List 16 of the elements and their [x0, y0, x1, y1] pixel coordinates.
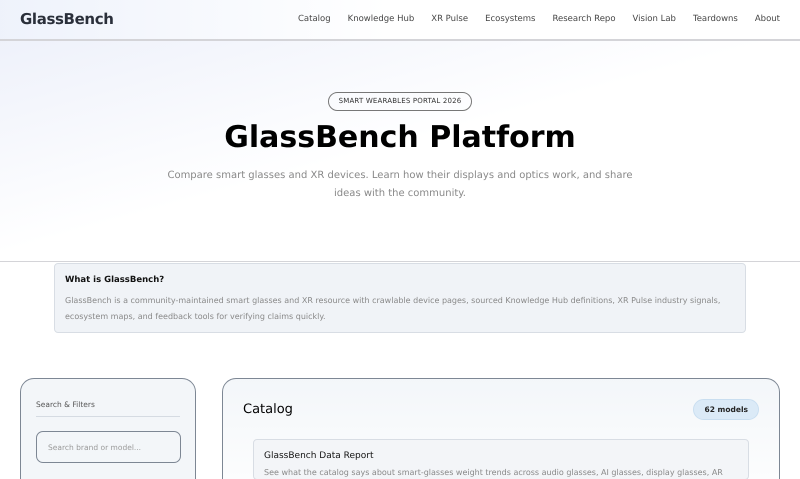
info-title: What is GlassBench?	[65, 274, 166, 287]
hero-subtitle: Compare smart glasses and XR devices. Learn how their displays and optics work, and share ideas with the community.	[166, 168, 634, 200]
catalog-title: Catalog	[243, 400, 293, 419]
nav-link[interactable]: About	[754, 13, 780, 26]
nav-link[interactable]: Vision Lab	[632, 13, 676, 26]
nav-link[interactable]: Knowledge Hub	[348, 13, 414, 26]
nav-link[interactable]: Teardowns	[692, 13, 738, 26]
report-title: GlassBench Data Report	[264, 450, 374, 464]
hero-title: GlassBench Platform	[224, 122, 576, 152]
nav-link[interactable]: Ecosystems	[485, 13, 536, 26]
report-text: See what the catalog says about smart-glasses weight trends across audio glasses, AI glasses, display glasses, AR	[264, 466, 724, 479]
brand-logo[interactable]: GlassBench	[20, 8, 114, 31]
nav-link[interactable]: XR Pulse	[431, 13, 468, 26]
nav-link[interactable]: Research Repo	[552, 13, 616, 26]
info-text: GlassBench is a community-maintained smart glasses and XR resource with crawlable device pages, sourced Knowledge Hub definitions, XR Pulse industry signals, ecosystem maps, and feedback tools for verifying claims quickly.	[65, 294, 722, 323]
nav-link[interactable]: Catalog	[298, 13, 331, 26]
